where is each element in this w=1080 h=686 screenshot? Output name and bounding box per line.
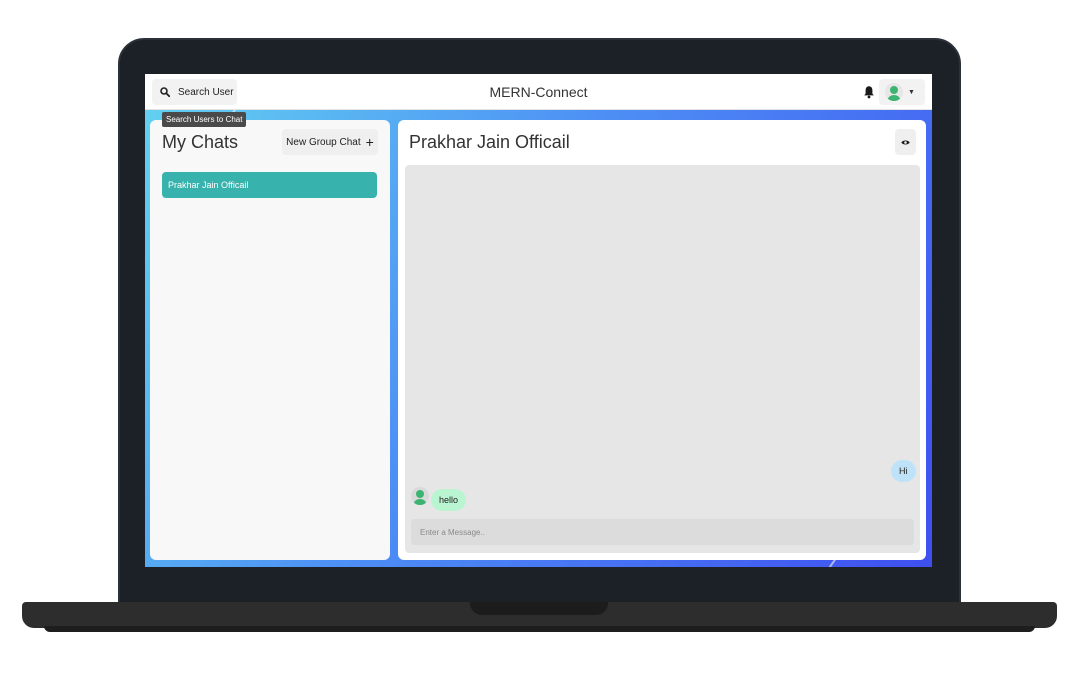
app-screen: Search User MERN-Connect ▼ Search Users … xyxy=(145,74,932,567)
view-profile-button[interactable] xyxy=(895,129,916,155)
user-avatar-icon xyxy=(885,83,903,101)
app-title: MERN-Connect xyxy=(489,84,588,100)
search-tooltip: Search Users to Chat xyxy=(162,112,247,127)
my-chats-panel: My Chats New Group Chat + Prakhar Jain O… xyxy=(150,120,390,560)
plus-icon: + xyxy=(365,134,374,150)
my-chats-title: My Chats xyxy=(162,132,239,152)
message-area: Hi hello xyxy=(405,165,920,553)
bell-icon[interactable] xyxy=(863,85,875,99)
sender-avatar-icon xyxy=(411,487,429,505)
conversation-panel: Prakhar Jain Officail Hi hello xyxy=(398,120,926,560)
message-input[interactable] xyxy=(411,519,914,545)
laptop-notch xyxy=(470,602,608,615)
chat-list-item[interactable]: Prakhar Jain Officail xyxy=(162,172,377,198)
profile-menu-button[interactable]: ▼ xyxy=(879,79,925,105)
laptop-mockup: Search User MERN-Connect ▼ Search Users … xyxy=(0,0,1080,686)
top-bar: Search User MERN-Connect ▼ xyxy=(145,74,932,110)
new-group-chat-button[interactable]: New Group Chat + xyxy=(282,129,378,155)
received-message-bubble: hello xyxy=(431,489,467,511)
chevron-down-icon: ▼ xyxy=(908,88,915,96)
chat-list-item-name: Prakhar Jain Officail xyxy=(168,180,249,190)
sent-message-bubble: Hi xyxy=(891,460,916,482)
new-group-chat-label: New Group Chat xyxy=(286,136,361,148)
eye-icon xyxy=(901,139,910,145)
laptop-base-shadow xyxy=(44,626,1035,632)
conversation-title: Prakhar Jain Officail xyxy=(409,132,570,152)
